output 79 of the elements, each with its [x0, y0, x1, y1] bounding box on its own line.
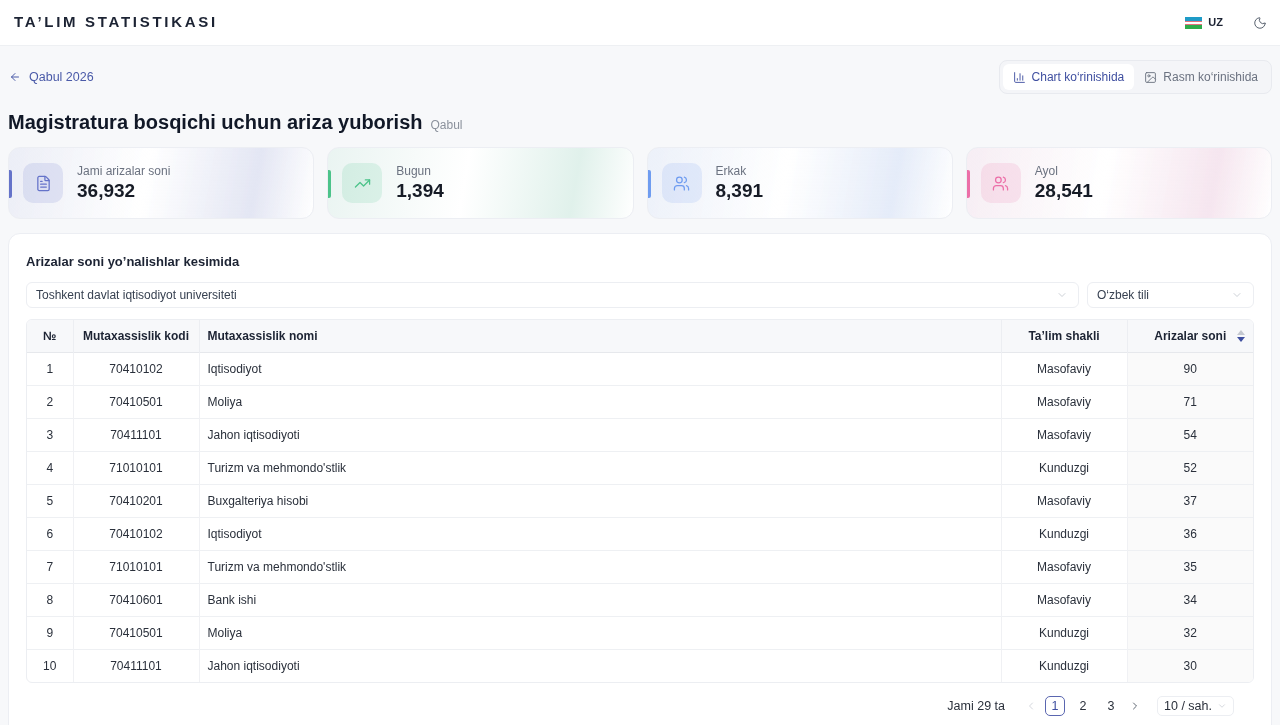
table-cell: 4 [27, 451, 73, 484]
stat-value: 36,932 [77, 179, 137, 203]
chevron-down-icon [1217, 701, 1227, 711]
stat-label: Erkak [715, 163, 748, 179]
document-icon [23, 163, 63, 203]
table-cell: 2 [27, 385, 73, 418]
stat-label: Bugun [396, 163, 432, 179]
table-cell: 70411101 [73, 418, 199, 451]
bar-chart-icon [1012, 70, 1026, 84]
page-title: Magistratura bosqichi uchun ariza yuborish [8, 110, 423, 135]
table-cell: 32 [1127, 616, 1253, 649]
image-icon [1144, 70, 1158, 84]
column-header: Mutaxassislik nomi [199, 320, 1001, 352]
stat-value: 1,394 [396, 179, 444, 203]
stat-value: 28,541 [1034, 179, 1093, 203]
flag-icon [1185, 16, 1203, 29]
table-cell: Bank ishi [199, 583, 1001, 616]
filter-select[interactable]: Toshkent davlat iqtisodiyot universiteti [26, 282, 1079, 308]
page-button[interactable]: 1 [1045, 696, 1065, 716]
table-cell: Jahon iqtisodiyoti [199, 418, 1001, 451]
table-cell: 9 [27, 616, 73, 649]
table-cell: 54 [1127, 418, 1253, 451]
table-cell: 90 [1127, 352, 1253, 385]
stat-value: 8,391 [715, 179, 764, 203]
table-cell: 5 [27, 484, 73, 517]
table-cell: 70410501 [73, 616, 199, 649]
back-arrow-icon [9, 71, 21, 83]
panel-title: Arizalar soni yo’nalishlar kesimida [26, 253, 241, 271]
people-icon [661, 163, 702, 203]
table-cell: 70411101 [73, 649, 199, 682]
table-cell: 71010101 [73, 550, 199, 583]
filter-select[interactable]: O‘zbek tili [1087, 282, 1254, 308]
table-cell: Turizm va mehmondo'stlik [199, 550, 1001, 583]
table-cell: 70410102 [73, 352, 199, 385]
column-header: Ta’lim shakli [1001, 320, 1127, 352]
table-cell: 37 [1127, 484, 1253, 517]
table-cell: 30 [1127, 649, 1253, 682]
table-cell: 35 [1127, 550, 1253, 583]
view-tab[interactable]: Rasm ko‘rinishida [1134, 64, 1268, 90]
page-button[interactable]: 2 [1073, 696, 1093, 716]
table-cell: 70410102 [73, 517, 199, 550]
table-cell: 6 [27, 517, 73, 550]
trending-up-icon [342, 163, 383, 203]
table-cell: 52 [1127, 451, 1253, 484]
table-cell: 70410201 [73, 484, 199, 517]
page-subtitle: Qabul [430, 117, 463, 134]
table-cell: Iqtisodiyot [199, 352, 1001, 385]
table-cell: Moliya [199, 616, 1001, 649]
table-cell: 36 [1127, 517, 1253, 550]
language-button[interactable]: UZ [1185, 14, 1223, 31]
column-header: № [27, 320, 73, 352]
people-icon [980, 163, 1021, 203]
page-size-select[interactable]: 10 / sah. [1157, 696, 1234, 716]
table-cell: 7 [27, 550, 73, 583]
table-cell: 71 [1127, 385, 1253, 418]
view-tab[interactable]: Chart ko‘rinishida [1002, 64, 1135, 90]
table-cell: 71010101 [73, 451, 199, 484]
table-cell: 70410601 [73, 583, 199, 616]
table-cell: 1 [27, 352, 73, 385]
table-cell: Jahon iqtisodiyoti [199, 649, 1001, 682]
theme-toggle-icon[interactable] [1253, 15, 1267, 30]
page-button[interactable]: 3 [1101, 696, 1121, 716]
column-header[interactable]: Arizalar soni [1127, 320, 1253, 352]
table-cell: 8 [27, 583, 73, 616]
table-cell: 10 [27, 649, 73, 682]
table-cell: 3 [27, 418, 73, 451]
table-cell: Buxgalteriya hisobi [199, 484, 1001, 517]
back-link[interactable]: Qabul 2026 [8, 67, 94, 87]
table-cell: 34 [1127, 583, 1253, 616]
table-cell: Moliya [199, 385, 1001, 418]
column-header: Mutaxassislik kodi [73, 320, 199, 352]
brand-title: TA’LIM STATISTIKASI [14, 12, 218, 33]
total-count: Jami 29 ta [947, 697, 1005, 715]
stat-label: Jami arizalar soni [77, 163, 171, 179]
stat-label: Ayol [1034, 163, 1059, 179]
sort-icon[interactable] [1237, 329, 1245, 342]
table-cell: Turizm va mehmondo'stlik [199, 451, 1001, 484]
table-cell: Iqtisodiyot [199, 517, 1001, 550]
table-cell: 70410501 [73, 385, 199, 418]
